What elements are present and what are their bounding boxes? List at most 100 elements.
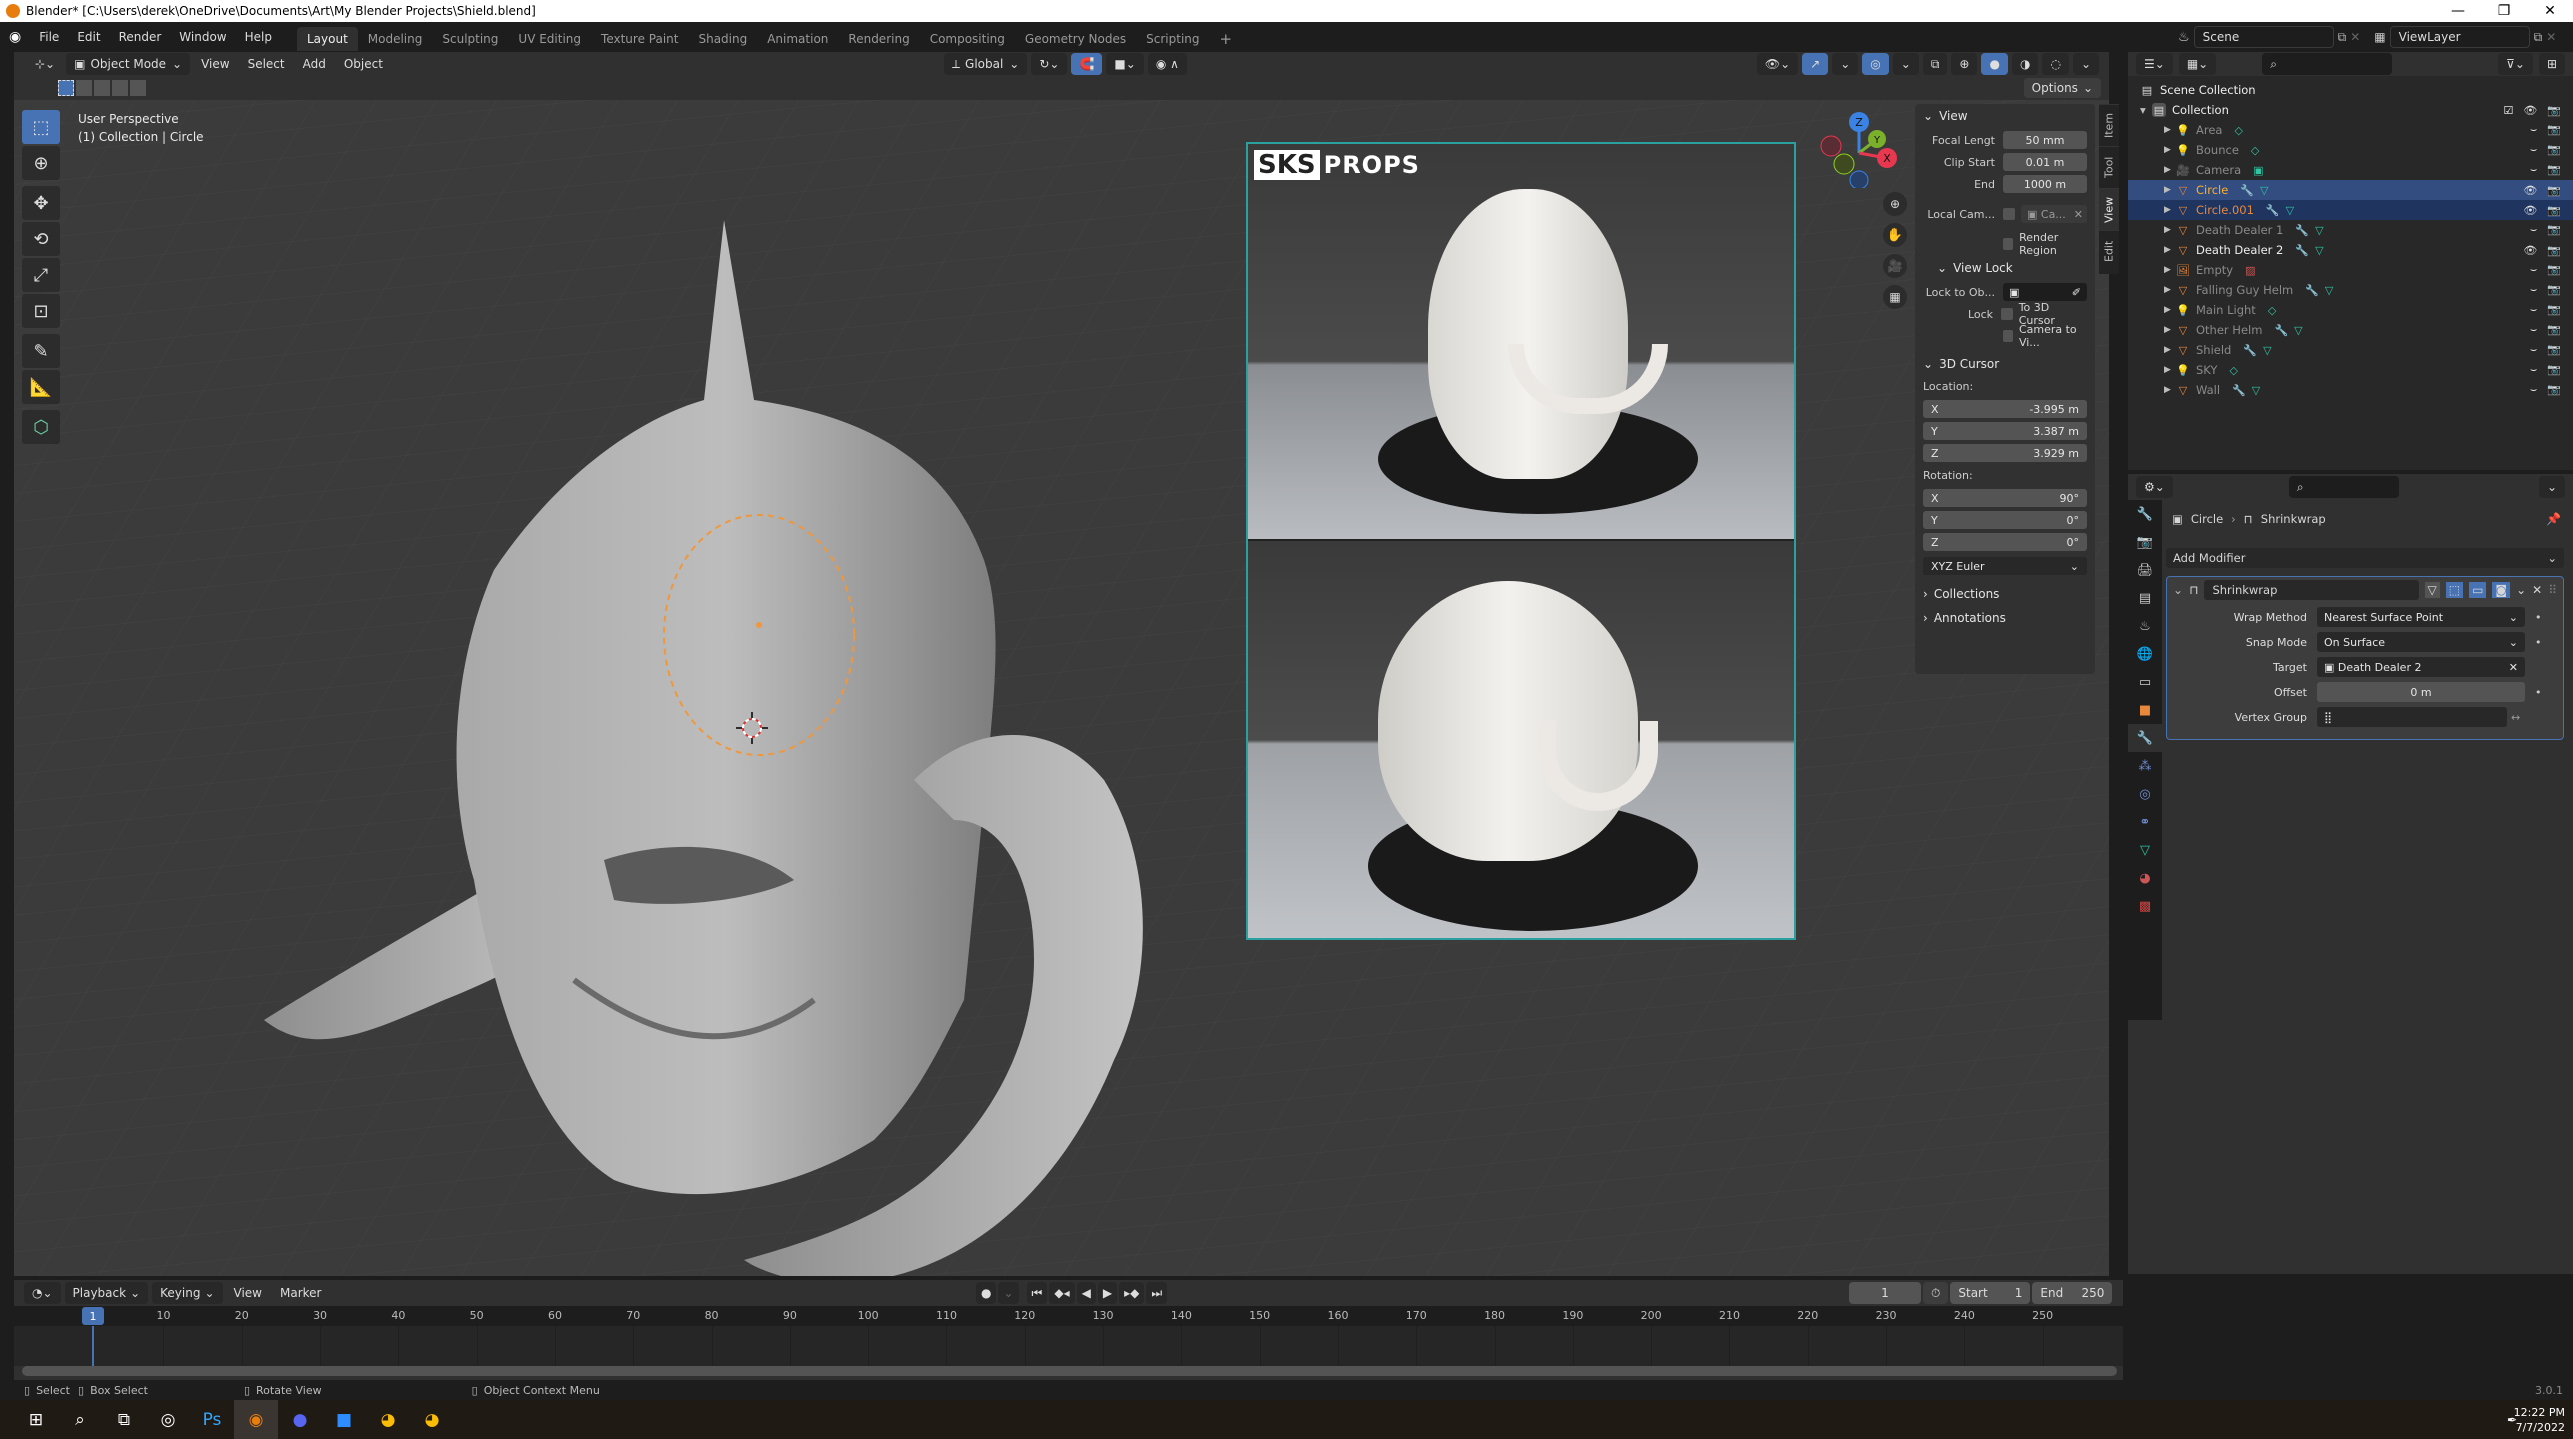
cursor-location-z[interactable]: Z 3.929 m bbox=[1923, 444, 2087, 462]
outliner-item[interactable]: ▶ 💡 Area ◇ ⌣ 📷 bbox=[2128, 120, 2573, 140]
cursor-tool[interactable]: ⊕ bbox=[22, 146, 60, 180]
timeline-editor-type-icon[interactable]: ◔⌄ bbox=[24, 1282, 61, 1304]
annotate-tool[interactable]: ✎ bbox=[22, 334, 60, 368]
overlays-toggle[interactable]: ◎ bbox=[1862, 53, 1889, 75]
render-camera-icon[interactable]: 📷 bbox=[2547, 223, 2561, 237]
outliner-item[interactable]: ▶ ▽ Circle 🔧 ▽ 👁 📷 bbox=[2128, 180, 2573, 200]
select-intersect-icon[interactable] bbox=[130, 80, 146, 96]
select-new-icon[interactable] bbox=[58, 80, 74, 96]
tab-geometry-nodes[interactable]: Geometry Nodes bbox=[1015, 27, 1136, 51]
mesh-data-icon[interactable]: ▽ bbox=[2263, 344, 2271, 357]
visibility-eye-icon[interactable]: ⌣ bbox=[2530, 363, 2537, 377]
play-button[interactable]: ▶ bbox=[1097, 1282, 1118, 1304]
visibility-eye-icon[interactable]: ⌣ bbox=[2530, 343, 2537, 357]
end-frame-field[interactable]: End 250 bbox=[2032, 1282, 2113, 1304]
tab-texture-paint[interactable]: Texture Paint bbox=[591, 27, 688, 51]
auto-keying-toggle[interactable]: ● bbox=[976, 1282, 997, 1304]
app-icon[interactable]: ◎ bbox=[146, 1400, 190, 1439]
outliner-item[interactable]: ▶ 💡 Bounce ◇ ⌣ 📷 bbox=[2128, 140, 2573, 160]
on-cage-toggle[interactable]: ⬚ bbox=[2445, 582, 2464, 598]
visibility-eye-icon[interactable]: ⌣ bbox=[2530, 223, 2537, 237]
particles-properties-tab[interactable]: ⁂ bbox=[2128, 752, 2162, 780]
measure-tool[interactable]: 📐 bbox=[22, 370, 60, 404]
3d-viewport[interactable]: SKS PROPS User Perspective (1) Collectio… bbox=[14, 100, 2109, 1276]
object-properties-tab[interactable]: ■ bbox=[2128, 696, 2162, 724]
outliner-item[interactable]: ▶ ▽ Death Dealer 2 🔧 ▽ 👁 📷 bbox=[2128, 240, 2573, 260]
camera-view-icon[interactable]: 🎥 bbox=[1883, 254, 1907, 278]
edit-mode-toggle[interactable]: ▽ bbox=[2424, 582, 2440, 598]
tab-rendering[interactable]: Rendering bbox=[838, 27, 919, 51]
mesh-data-icon[interactable]: ▽ bbox=[2260, 184, 2268, 197]
output-properties-tab[interactable]: 🖨 bbox=[2128, 556, 2162, 584]
drag-handle[interactable]: ⠿ bbox=[2548, 583, 2557, 597]
jump-start-button[interactable]: ⏮ bbox=[1026, 1282, 1048, 1304]
reference-image[interactable]: SKS PROPS bbox=[1246, 142, 1796, 940]
visibility-eye-icon[interactable]: ⌣ bbox=[2530, 163, 2537, 177]
chrome-profile-icon[interactable]: ◕ bbox=[410, 1400, 454, 1439]
material-preview-button[interactable]: ◑ bbox=[2011, 53, 2039, 75]
select-subtract-icon[interactable] bbox=[94, 80, 110, 96]
delete-view-layer-icon[interactable]: ✕ bbox=[2546, 30, 2556, 44]
preview-range-stopwatch-icon[interactable]: ⏱ bbox=[1923, 1282, 1949, 1304]
light-data-icon[interactable]: ◇ bbox=[2268, 304, 2276, 317]
modifier-wrench-icon[interactable]: 🔧 bbox=[2266, 204, 2280, 217]
invert-vertex-group-icon[interactable]: ↔ bbox=[2511, 711, 2520, 724]
target-field[interactable]: ▣ Death Dealer 2 ✕ bbox=[2317, 657, 2525, 677]
pan-view-hand-icon[interactable]: ✋ bbox=[1883, 223, 1907, 247]
focal-length-field[interactable]: 50 mm bbox=[2003, 131, 2087, 149]
image-data-icon[interactable]: ▨ bbox=[2245, 264, 2255, 277]
visibility-eye-icon[interactable]: 👁 bbox=[2523, 244, 2537, 257]
expand-icon[interactable]: ▶ bbox=[2164, 385, 2176, 395]
render-camera-icon[interactable]: 📷 bbox=[2547, 303, 2561, 317]
jump-end-button[interactable]: ⏭ bbox=[1146, 1282, 1168, 1304]
render-camera-icon[interactable]: 📷 bbox=[2547, 184, 2561, 197]
tab-layout[interactable]: Layout bbox=[296, 26, 358, 51]
gizmo-toggle[interactable]: ↗ bbox=[1802, 53, 1829, 75]
menu-edit[interactable]: Edit bbox=[68, 22, 109, 52]
expand-icon[interactable]: ▶ bbox=[2164, 285, 2176, 295]
wrap-method-dropdown[interactable]: Nearest Surface Point ⌄ bbox=[2317, 607, 2525, 627]
transform-tool[interactable]: ⊡ bbox=[22, 294, 60, 328]
tab-compositing[interactable]: Compositing bbox=[920, 27, 1015, 51]
outliner-search-input[interactable]: ⌕ bbox=[2262, 53, 2393, 75]
timeline-view-menu[interactable]: View bbox=[227, 1282, 269, 1304]
move-tool[interactable]: ✥ bbox=[22, 186, 60, 220]
properties-editor-type-icon[interactable]: ⚙⌄ bbox=[2136, 476, 2173, 498]
add-modifier-dropdown[interactable]: Add Modifier ⌄ bbox=[2166, 548, 2564, 568]
render-toggle[interactable]: ◙ bbox=[2492, 582, 2511, 598]
visibility-eye-icon[interactable]: ⌣ bbox=[2530, 383, 2537, 397]
render-camera-icon[interactable]: 📷 bbox=[2547, 204, 2561, 217]
view-layer-selector[interactable]: ViewLayer bbox=[2389, 26, 2530, 48]
snap-mode-dropdown[interactable]: On Surface ⌄ bbox=[2317, 632, 2525, 652]
filter-icon[interactable]: ⊽⌄ bbox=[2498, 53, 2533, 75]
expand-icon[interactable]: ▶ bbox=[2164, 165, 2176, 175]
display-mode-icon[interactable]: ▦⌄ bbox=[2178, 53, 2217, 75]
timeline-scrollbar[interactable] bbox=[22, 1366, 2117, 1376]
cursor-location-y[interactable]: Y 3.387 m bbox=[1923, 422, 2087, 440]
task-view-icon[interactable]: ⧉ bbox=[102, 1400, 146, 1439]
menu-file[interactable]: File bbox=[30, 22, 68, 52]
modifier-wrench-icon[interactable]: 🔧 bbox=[2305, 284, 2319, 297]
render-camera-icon[interactable]: 📷 bbox=[2547, 283, 2561, 297]
expand-icon[interactable]: ▶ bbox=[2164, 365, 2176, 375]
tab-item[interactable]: Item bbox=[2099, 104, 2119, 146]
outliner-item[interactable]: ▶ ▽ Wall 🔧 ▽ ⌣ 📷 bbox=[2128, 380, 2573, 400]
expand-icon[interactable]: ▶ bbox=[2164, 245, 2176, 255]
physics-properties-tab[interactable]: ◎ bbox=[2128, 780, 2162, 808]
render-camera-icon[interactable]: 📷 bbox=[2547, 104, 2561, 117]
navigation-gizmo[interactable]: Z Y X bbox=[1814, 108, 1914, 188]
keying-menu[interactable]: Keying ⌄ bbox=[152, 1282, 223, 1304]
visibility-eye-icon[interactable]: ⌣ bbox=[2530, 123, 2537, 137]
playhead-frame-indicator[interactable]: 1 bbox=[82, 1307, 104, 1325]
exclude-checkbox[interactable]: ☑ bbox=[2503, 104, 2513, 117]
collapse-icon[interactable]: ⌄ bbox=[2173, 583, 2183, 597]
visibility-eye-icon[interactable]: ⌣ bbox=[2530, 263, 2537, 277]
offset-field[interactable]: 0 m bbox=[2317, 682, 2525, 702]
new-view-layer-icon[interactable]: ⧉ bbox=[2534, 30, 2543, 45]
select-extend-icon[interactable] bbox=[76, 80, 92, 96]
pin-icon[interactable]: 📌 bbox=[2546, 512, 2561, 526]
modifier-wrench-icon[interactable]: 🔧 bbox=[2240, 184, 2254, 197]
expand-icon[interactable]: ▶ bbox=[2164, 225, 2176, 235]
menu-window[interactable]: Window bbox=[170, 22, 235, 52]
view-layer-icon[interactable]: ▦ bbox=[2374, 30, 2385, 44]
